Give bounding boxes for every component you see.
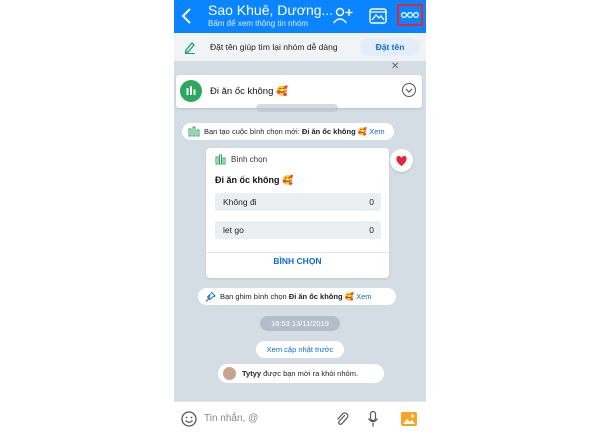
more-options-button[interactable] — [397, 4, 423, 26]
more-dots-icon — [400, 11, 420, 19]
poll-card: Bình chọn Đi ăn ốc không 🥰 Không đi 0 le… — [206, 148, 389, 278]
vote-button[interactable]: BÌNH CHỌN — [206, 256, 389, 266]
pencil-icon — [184, 42, 195, 54]
set-name-button[interactable]: Đặt tên — [360, 38, 420, 56]
view-pinned-poll-link[interactable]: Xem — [356, 292, 371, 301]
poll-pinned-notice: Bạn ghim bình chọn Đi ăn ốc không 🥰 Xem — [198, 288, 396, 305]
divider — [206, 252, 389, 253]
poll-icon — [180, 80, 202, 102]
poll-icon — [188, 126, 200, 137]
message-input[interactable]: Tin nhắn, @ — [204, 413, 258, 424]
poll-created-title: Đi ăn ốc không 🥰 — [301, 127, 368, 136]
group-title[interactable]: Sao Khuê, Dương... — [208, 2, 333, 18]
poll-option-count: 0 — [369, 197, 374, 207]
name-group-suggestion: Đặt tên giúp tìm lại nhóm dễ dàng Đặt tê… — [174, 33, 426, 61]
member-removed-notice: Tytyy được bạn mời ra khỏi nhóm. — [218, 364, 384, 383]
back-arrow-icon[interactable] — [180, 6, 194, 26]
message-input-bar: Tin nhắn, @ — [174, 401, 426, 438]
poll-pinned-prefix: Bạn ghim bình chọn — [220, 292, 289, 301]
poll-created-notice: Bạn tạo cuộc bình chọn mới: Đi ăn ốc khô… — [182, 123, 394, 140]
timestamp: 16:53 13/11/2019 — [260, 316, 340, 331]
see-earlier-button[interactable]: Xem cập nhật trước — [256, 341, 344, 358]
microphone-icon[interactable] — [366, 410, 380, 428]
poll-pinned-title: Đi ăn ốc không 🥰 — [288, 292, 354, 301]
close-icon[interactable]: ✕ — [391, 61, 399, 72]
group-subtitle[interactable]: Bấm để xem thông tin nhóm — [208, 19, 308, 28]
add-member-icon[interactable] — [332, 6, 354, 26]
heart-icon — [396, 156, 407, 166]
view-poll-link[interactable]: Xem — [369, 127, 384, 136]
poll-option[interactable]: let go 0 — [215, 221, 381, 239]
poll-option-count: 0 — [369, 225, 374, 235]
pinned-poll-title: Đi ăn ốc không 🥰 — [210, 86, 288, 97]
member-name: Tytyy — [242, 369, 262, 378]
avatar — [223, 367, 236, 380]
image-icon[interactable] — [400, 410, 418, 428]
chevron-down-icon[interactable] — [402, 83, 416, 97]
member-removed-text: được bạn mời ra khỏi nhóm. — [261, 369, 359, 378]
gallery-icon[interactable] — [368, 6, 388, 26]
see-earlier-label: Xem cập nhật trước — [266, 345, 334, 354]
date-divider — [256, 104, 338, 112]
poll-option[interactable]: Không đi 0 — [215, 193, 381, 211]
poll-created-prefix: Bạn tạo cuộc bình chọn mới: — [204, 127, 302, 136]
poll-title: Đi ăn ốc không 🥰 — [215, 175, 294, 185]
suggestion-text: Đặt tên giúp tìm lại nhóm dễ dàng — [210, 42, 338, 52]
poll-icon — [215, 154, 226, 165]
poll-option-name: let go — [223, 225, 244, 235]
attachment-icon[interactable] — [334, 410, 350, 428]
poll-label: Bình chọn — [231, 155, 268, 164]
poll-option-name: Không đi — [223, 197, 257, 207]
pin-icon — [205, 291, 216, 302]
emoji-icon[interactable] — [180, 410, 198, 428]
chat-screen: Sao Khuê, Dương... Bấm để xem thông tin … — [174, 0, 426, 438]
react-heart-button[interactable] — [390, 149, 413, 172]
chat-header: Sao Khuê, Dương... Bấm để xem thông tin … — [174, 0, 426, 33]
